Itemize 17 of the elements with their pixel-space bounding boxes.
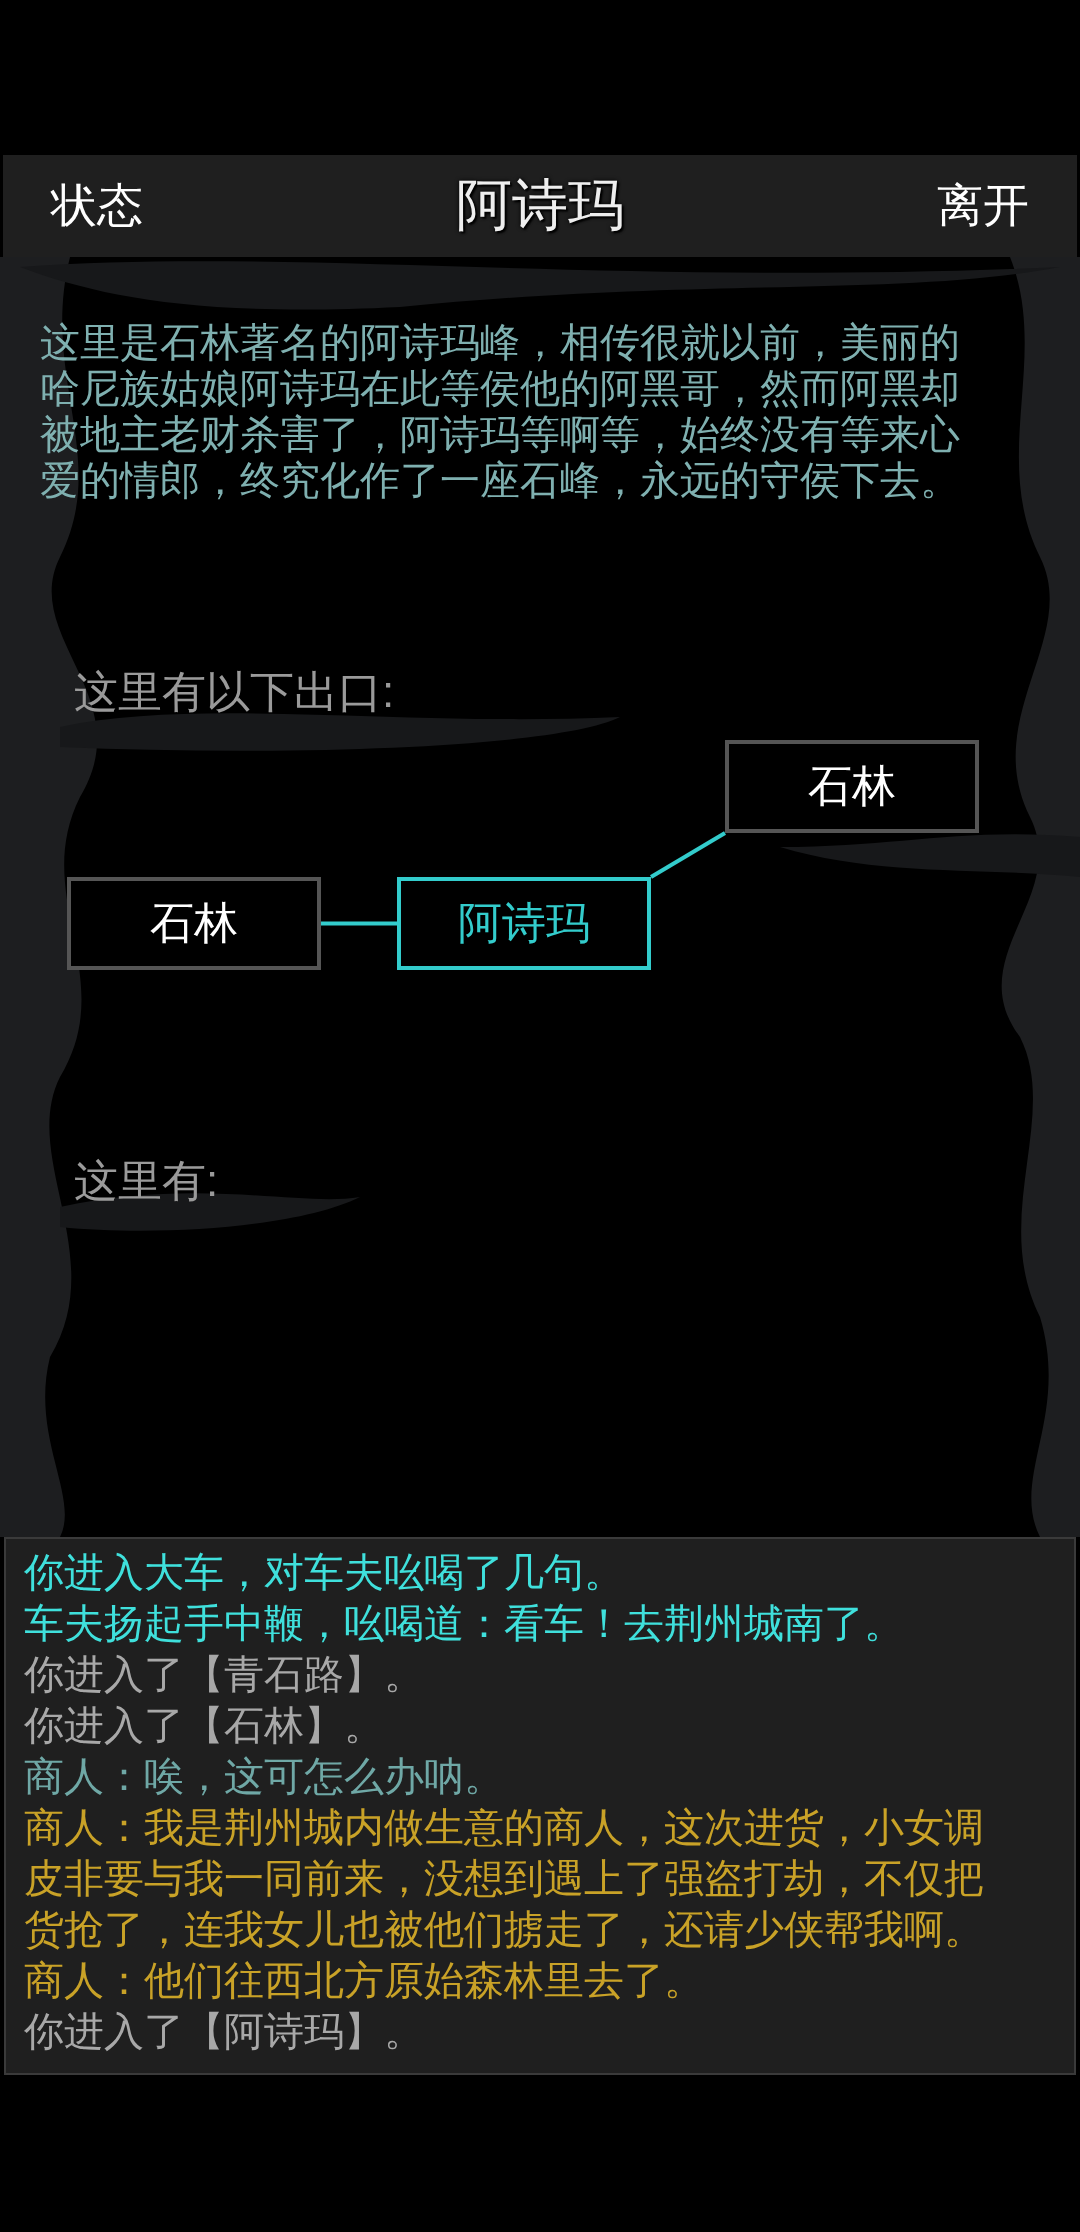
exits-label: 这里有以下出口: bbox=[74, 666, 396, 718]
log-message: 你进入了【青石路】。 bbox=[24, 1651, 425, 1698]
current-location-node[interactable]: 阿诗玛 bbox=[397, 877, 651, 970]
location-description: 这里是石林著名的阿诗玛峰，相传很就以前，美丽的哈尼族姑娘阿诗玛在此等侯他的阿黑哥，然而阿黑却被地主老财杀害了，阿诗玛等啊等，始终没有等来心爱的情郎，终究化作了一座石峰，永远的守侯下去。 bbox=[40, 319, 961, 503]
leave-button[interactable]: 离开 bbox=[937, 175, 1029, 237]
exit-node[interactable]: 石林 bbox=[67, 877, 321, 970]
here-label: 这里有: bbox=[74, 1155, 220, 1207]
log-message: 你进入了【阿诗玛】。 bbox=[24, 2008, 425, 2055]
location-title: 阿诗玛 bbox=[456, 173, 624, 238]
log-message: 商人：唉，这可怎么办呐。 bbox=[24, 1753, 505, 1800]
log-message: 你进入大车，对车夫吆喝了几句。 bbox=[24, 1549, 625, 1596]
exit-node[interactable]: 石林 bbox=[725, 740, 979, 833]
status-button[interactable]: 状态 bbox=[51, 175, 143, 237]
log-message: 商人：我是荆州城内做生意的商人，这次进货，小女调皮非要与我一同前来，没想到遇上了强盗打劫，不仅把货抢了，连我女儿也被他们掳走了，还请少侠帮我啊。 bbox=[24, 1804, 985, 1953]
log-message: 你进入了【石林】。 bbox=[24, 1702, 385, 1749]
log-message: 车夫扬起手中鞭，吆喝道：看车！去荆州城南了。 bbox=[24, 1600, 905, 1647]
log-message: 商人：他们往西北方原始森林里去了。 bbox=[24, 1957, 705, 2004]
